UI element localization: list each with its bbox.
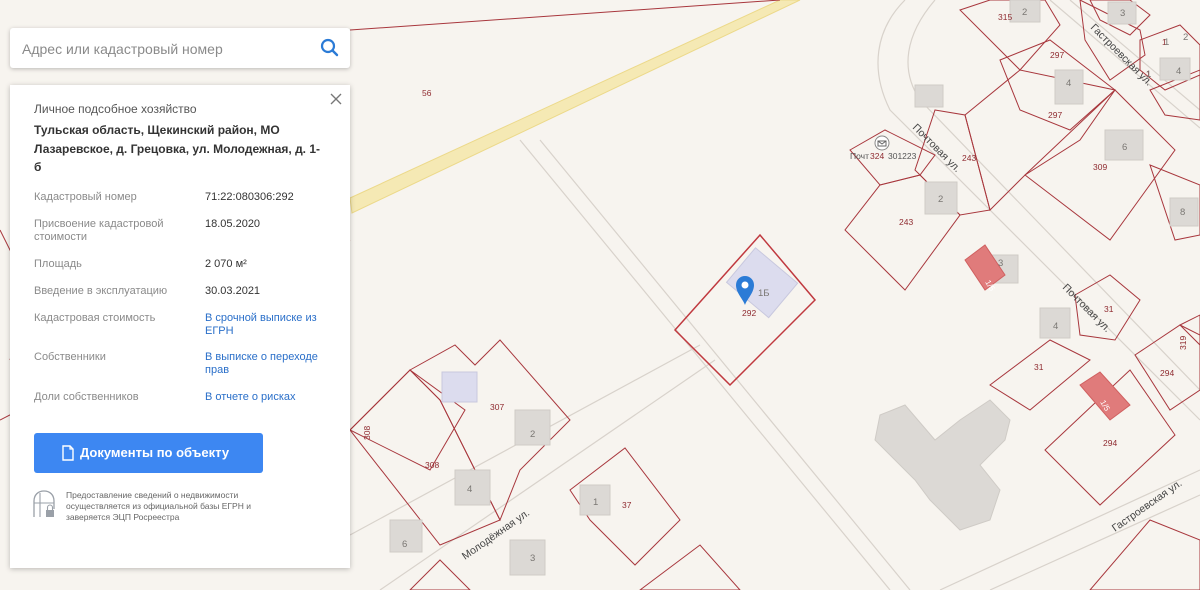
row-value: 30.03.2021 <box>205 285 261 297</box>
post-office-icon[interactable] <box>874 135 890 151</box>
house-number: 2 <box>1022 7 1027 18</box>
house-number: 4 <box>1053 321 1058 332</box>
row-value: 18.05.2020 <box>205 218 261 230</box>
row-label: Кадастровая стоимость <box>34 312 156 324</box>
house-number: 2 <box>1183 32 1188 43</box>
parcel-label: 297 <box>1050 50 1064 60</box>
building-lock-icon <box>32 489 56 519</box>
row-label: Кадастровый номер <box>34 191 137 203</box>
row-label: Собственники <box>34 351 106 363</box>
poi-label: Почт <box>850 151 869 161</box>
parcel-label: 56 <box>422 88 432 98</box>
building-lilac <box>441 371 478 403</box>
search-input[interactable] <box>20 28 314 70</box>
parcel-label: 31 <box>1104 304 1114 314</box>
house-number: 4 <box>1066 78 1071 89</box>
house-number: 1 <box>1146 69 1151 80</box>
egrn-disclaimer: Предоставление сведений о недвижимости о… <box>66 490 251 522</box>
owner-shares-link[interactable]: В отчете о рисках <box>205 391 335 404</box>
row-label: Площадь <box>34 258 82 270</box>
house-number: 4 <box>467 484 472 495</box>
house-number: 1 <box>1164 37 1169 48</box>
house-number: 1 <box>593 497 598 508</box>
parcel-label: 243 <box>899 217 913 227</box>
row-label: Присвоение кадастровой стоимости <box>34 218 164 243</box>
object-type: Личное подсобное хозяйство <box>34 102 197 116</box>
house-number: 2 <box>530 429 535 440</box>
parcel-label: 294 <box>1103 438 1117 448</box>
house-number: 1Б <box>758 288 770 299</box>
parcel-label: 324 <box>870 151 884 161</box>
owners-link[interactable]: В выписке о переходе прав <box>205 351 335 377</box>
parcel-label: 37 <box>622 500 632 510</box>
row-label: Введение в эксплуатацию <box>34 285 168 297</box>
row-value: 2 070 м² <box>205 258 247 270</box>
poi-code: 301223 <box>888 151 917 161</box>
cadastral-value-link[interactable]: В срочной выписке из ЕГРН <box>205 312 335 338</box>
house-number: 3 <box>998 258 1003 269</box>
parcel-label: 308 <box>362 426 372 440</box>
parcel-label: 307 <box>490 402 504 412</box>
parcel-label: 315 <box>998 12 1012 22</box>
search-bar <box>10 28 350 70</box>
parcel-label: 309 <box>1093 162 1107 172</box>
house-number: 3 <box>1120 8 1125 19</box>
house-number: 6 <box>1122 142 1127 153</box>
object-info-panel: Личное подсобное хозяйство Тульская обла… <box>10 85 350 568</box>
house-number: 8 <box>1180 207 1185 218</box>
search-icon[interactable] <box>318 36 342 60</box>
parcel-label: 243 <box>962 153 976 163</box>
parcel-label: 292 <box>742 308 756 318</box>
parcel-label: 319 <box>1178 336 1188 350</box>
house-number: 2 <box>938 194 943 205</box>
documents-button-label: Документы по объекту <box>80 445 230 460</box>
documents-button[interactable]: Документы по объекту <box>34 433 263 473</box>
object-address: Тульская область, Щекинский район, МО Ла… <box>34 123 321 174</box>
house-number: 6 <box>402 539 407 550</box>
document-icon <box>62 445 74 461</box>
parcel-label: 297 <box>1048 110 1062 120</box>
row-label: Доли собственников <box>34 391 139 403</box>
row-value: 71:22:080306:292 <box>205 191 294 203</box>
house-number: 4 <box>1176 66 1181 77</box>
close-icon[interactable] <box>328 91 344 107</box>
house-number: 3 <box>530 553 535 564</box>
parcel-label: 294 <box>1160 368 1174 378</box>
parcel-label: 31 <box>1034 362 1044 372</box>
parcel-label: 308 <box>425 460 439 470</box>
